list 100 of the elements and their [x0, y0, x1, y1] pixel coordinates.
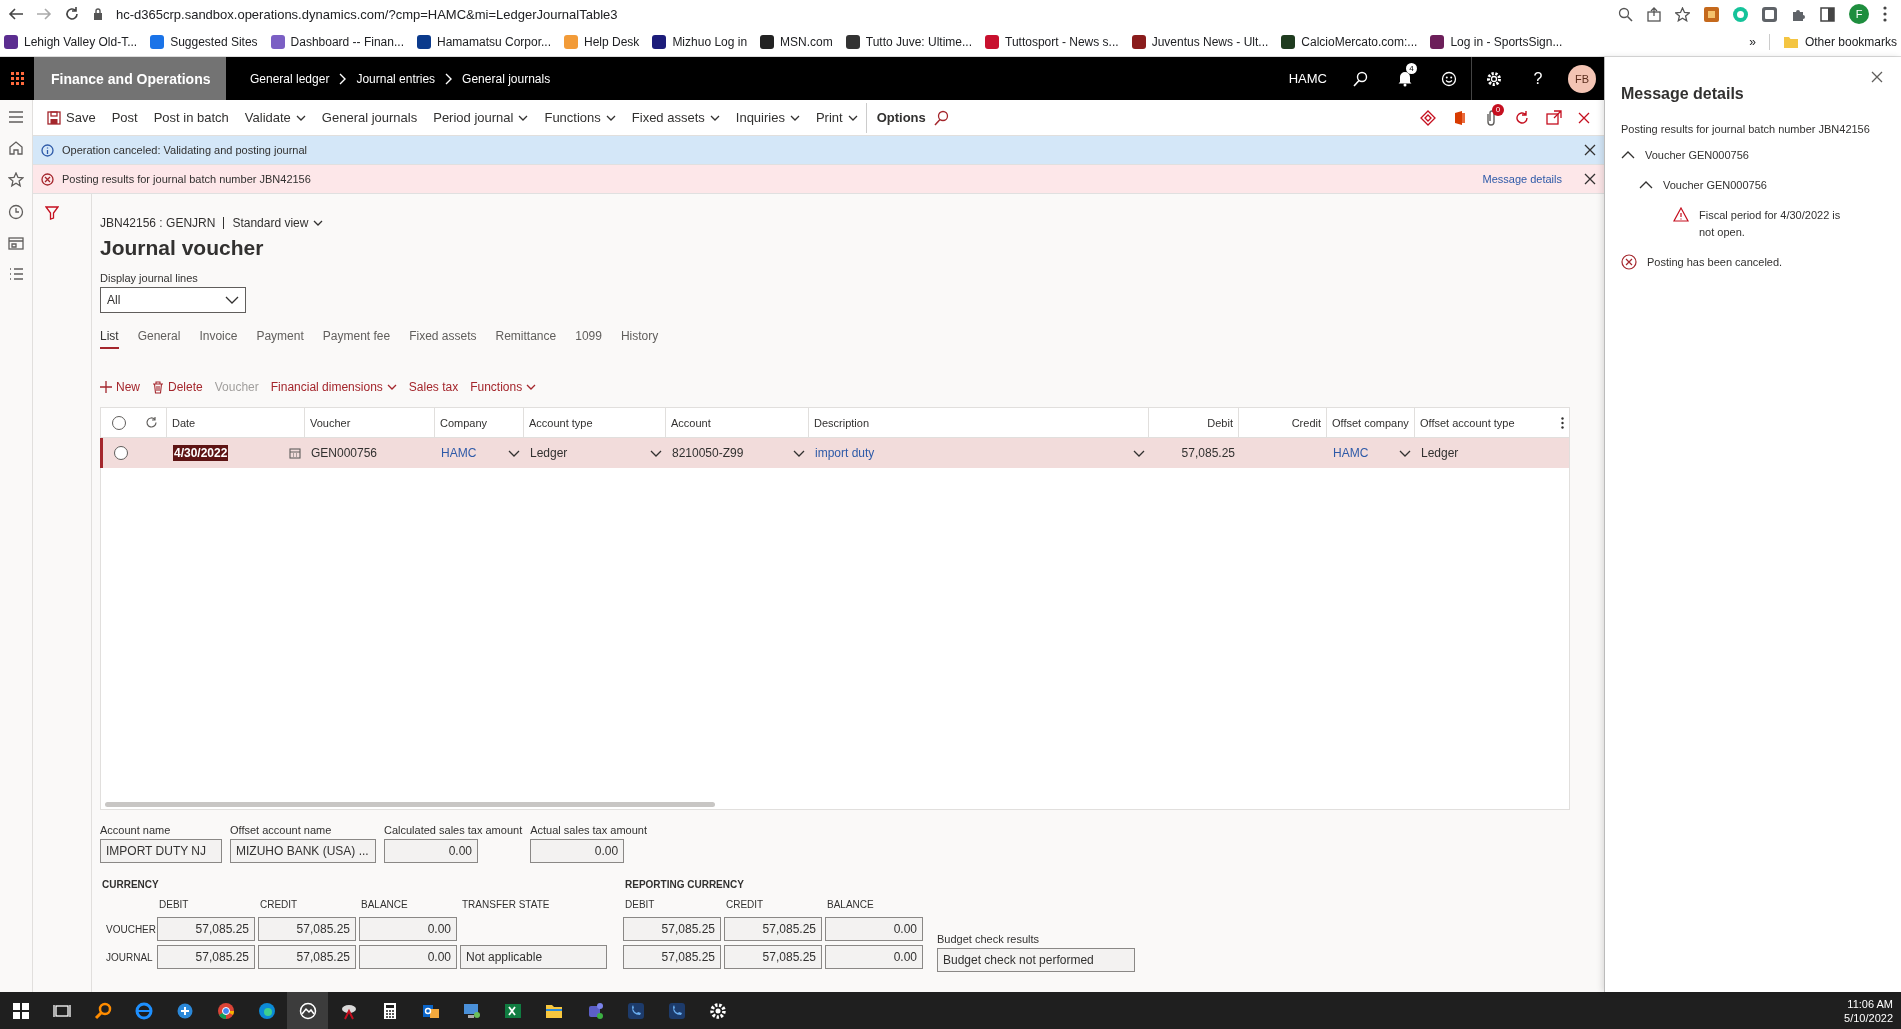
url-text[interactable]: hc-d365crp.sandbox.operations.dynamics.com/?cmp=HAMC&mi=LedgerJournalTable3 [116, 6, 1606, 22]
calendar-icon[interactable] [289, 447, 301, 459]
edge-icon[interactable] [257, 1001, 276, 1020]
column-header[interactable]: Account type [523, 408, 665, 437]
clock-date[interactable]: 5/10/2022 [1844, 1011, 1893, 1024]
app-icon[interactable] [175, 1001, 194, 1020]
action-command[interactable]: Financial dimensions [270, 380, 397, 394]
browser-icon[interactable] [134, 1001, 153, 1020]
dropdown-field[interactable]: All [100, 287, 246, 313]
remote-desktop-icon[interactable] [462, 1001, 481, 1020]
tab[interactable]: General [137, 329, 181, 349]
bookmark[interactable]: Suggested Sites [150, 35, 258, 49]
toolbar-command[interactable]: Save [39, 102, 104, 133]
column-header[interactable]: Account [665, 408, 808, 437]
refresh-icon[interactable] [1514, 109, 1530, 126]
column-header[interactable]: Debit [1148, 408, 1238, 437]
column-header[interactable]: Offset account type [1414, 408, 1569, 437]
reload-icon[interactable] [64, 6, 80, 22]
spreadsheet-icon[interactable] [503, 1001, 522, 1020]
tab[interactable]: Payment fee [322, 329, 391, 349]
action-command[interactable]: Delete [152, 380, 203, 394]
bookmark[interactable]: Tutto Juve: Ultime... [845, 35, 973, 49]
side-panel-icon[interactable] [1820, 6, 1835, 22]
column-header[interactable]: Voucher [304, 408, 434, 437]
home-icon[interactable] [8, 140, 24, 156]
smiley-icon[interactable] [1441, 70, 1457, 87]
options-tab[interactable]: Options [865, 102, 934, 133]
start-icon[interactable] [11, 1001, 30, 1020]
search-icon[interactable] [1353, 70, 1369, 87]
toolbar-command[interactable]: Post [103, 102, 146, 133]
extension-icon[interactable] [1704, 6, 1719, 22]
bookmark[interactable]: CalcioMercato.com:... [1281, 35, 1418, 49]
action-command[interactable]: New [100, 380, 140, 394]
menu-command[interactable]: Validate [236, 102, 314, 133]
tab[interactable]: History [620, 329, 659, 349]
phone-icon[interactable] [667, 1001, 686, 1020]
office-icon[interactable] [1452, 109, 1468, 126]
chevron-up-icon[interactable] [1621, 151, 1635, 159]
search-icon[interactable] [933, 109, 950, 126]
chrome-icon[interactable] [216, 1001, 235, 1020]
diamond-icon[interactable] [1420, 109, 1436, 126]
breadcrumb-link[interactable]: Journal entries [356, 71, 436, 86]
chevron-up-icon[interactable] [1639, 181, 1653, 189]
tab[interactable]: Fixed assets [409, 329, 477, 349]
settings-icon[interactable] [708, 1001, 727, 1020]
action-command[interactable]: Sales tax [408, 380, 459, 394]
app-launcher-icon[interactable] [10, 72, 24, 85]
tab[interactable]: 1099 [575, 329, 602, 349]
toolbar-command[interactable]: General journals [313, 102, 426, 133]
select-all-checkbox[interactable] [111, 415, 126, 430]
menu-command[interactable]: Period journal [425, 102, 537, 133]
settings-icon[interactable] [1486, 70, 1502, 87]
close-icon[interactable] [1871, 71, 1883, 83]
close-icon[interactable] [1584, 144, 1596, 156]
menu-icon[interactable] [8, 110, 24, 124]
menu-command[interactable]: Fixed assets [623, 102, 728, 133]
message-details-link[interactable]: Message details [1482, 173, 1562, 185]
close-icon[interactable] [1578, 111, 1590, 124]
filter-icon[interactable] [45, 206, 59, 220]
breadcrumb-link[interactable]: General ledger [250, 71, 330, 86]
scrollbar[interactable] [105, 802, 715, 807]
profile-avatar[interactable]: F [1849, 4, 1869, 24]
bookmark[interactable]: MSN.com [760, 35, 833, 49]
phone-icon[interactable] [626, 1001, 645, 1020]
bookmark[interactable]: Log in - SportsSign... [1430, 35, 1563, 49]
breadcrumb-link[interactable]: General journals [462, 71, 551, 86]
tree-item[interactable]: Voucher GEN000756 [1645, 147, 1749, 164]
row-checkbox[interactable] [113, 446, 128, 460]
bookmark[interactable]: Hamamatsu Corpor... [416, 35, 551, 49]
user-avatar[interactable]: FB [1568, 64, 1596, 93]
view-selector[interactable]: Standard view [232, 216, 324, 230]
menu-command[interactable]: Functions [536, 102, 624, 133]
bookmark[interactable]: Mizhuo Log in [652, 35, 748, 49]
date-field[interactable]: 4/30/2022 [168, 438, 306, 468]
back-icon[interactable] [8, 6, 24, 22]
column-header[interactable]: Offset company [1326, 408, 1414, 437]
column-header[interactable]: Description [808, 408, 1148, 437]
bookmark[interactable]: Juventus News - Ult... [1131, 35, 1269, 49]
star-icon[interactable] [8, 172, 24, 188]
table-row[interactable]: 4/30/2022 GEN000756 HAMC Ledger 8210050-Z99 import duty 57,085.25 HAMC Ledger [100, 438, 1569, 468]
extension-icon[interactable] [1762, 6, 1777, 22]
help-button[interactable]: ? [1533, 69, 1543, 88]
toolbar-command[interactable]: Post in batch [145, 102, 237, 133]
clock-icon[interactable] [8, 204, 24, 220]
tab[interactable]: Remittance [495, 329, 557, 349]
lookup-field[interactable]: HAMC [1328, 438, 1416, 468]
photos-icon[interactable] [298, 1001, 317, 1020]
lookup-field[interactable]: import duty [810, 438, 1150, 468]
close-icon[interactable] [1584, 173, 1596, 185]
tree-item[interactable]: Voucher GEN000756 [1663, 177, 1767, 194]
search-icon[interactable] [93, 1001, 112, 1020]
bookmark[interactable]: Dashboard -- Finan... [270, 35, 404, 49]
tab[interactable]: Invoice [199, 329, 238, 349]
more-icon[interactable] [1883, 6, 1887, 22]
workspace-icon[interactable] [8, 236, 24, 251]
bookmarks-overflow[interactable]: » [1749, 35, 1756, 49]
lookup-field[interactable]: Ledger [525, 438, 667, 468]
menu-command[interactable]: Inquiries [727, 102, 808, 133]
column-header[interactable]: Credit [1238, 408, 1326, 437]
attachment-icon[interactable] [1484, 109, 1498, 126]
